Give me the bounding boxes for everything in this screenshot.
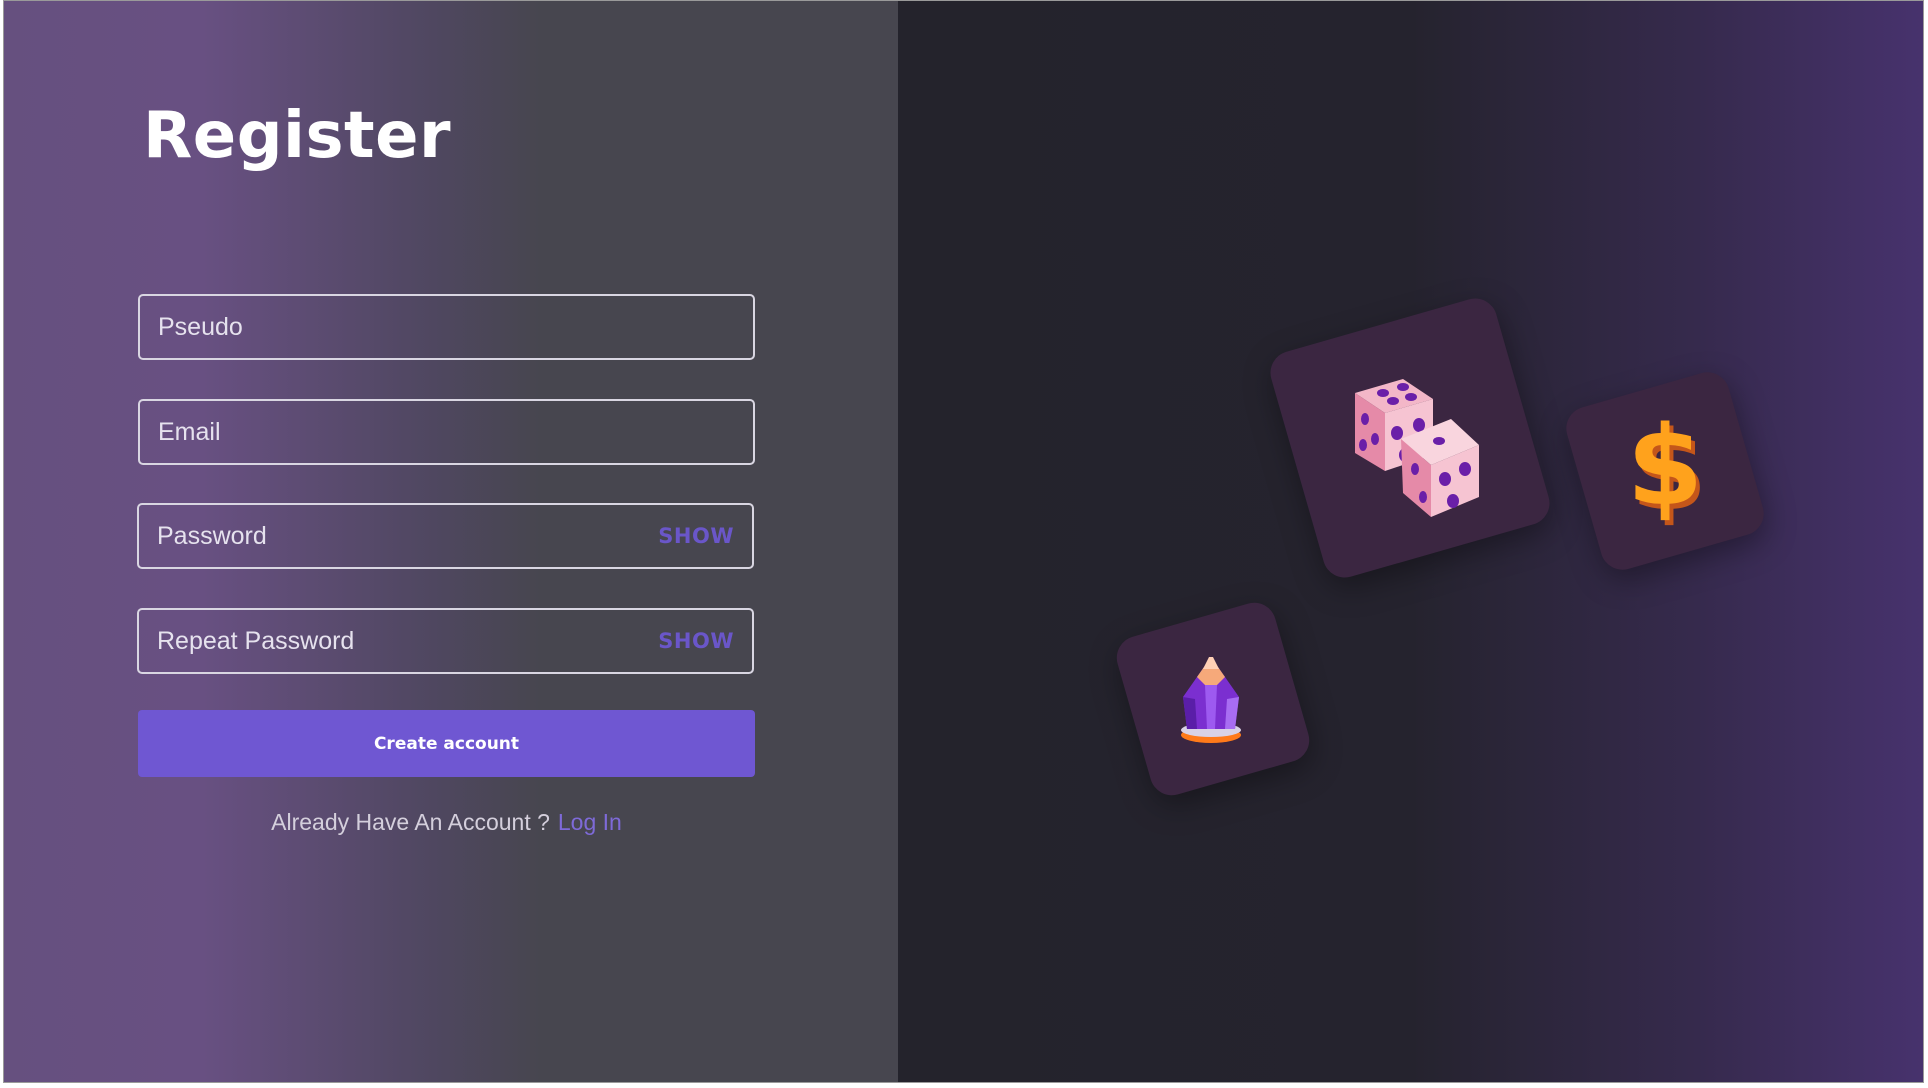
password-field: SHOW — [137, 503, 754, 569]
password-show-toggle[interactable]: SHOW — [658, 524, 734, 548]
crystal-gem-icon — [1181, 657, 1241, 743]
login-prompt: Already Have An Account ? Log In — [138, 809, 755, 836]
email-field — [138, 399, 755, 465]
login-prompt-text: Already Have An Account ? — [271, 809, 550, 835]
page-title: Register — [143, 99, 452, 173]
pseudo-field — [138, 294, 755, 360]
dice-icon — [1355, 379, 1479, 517]
app-window: Register SHOW SHOW Create account Alread… — [3, 0, 1924, 1083]
repeat-password-show-toggle[interactable]: SHOW — [658, 629, 734, 653]
email-input[interactable] — [140, 401, 753, 463]
dollar-sign-icon: $ $ — [1627, 402, 1708, 535]
dollar-card: $ $ — [1561, 367, 1769, 575]
create-account-button[interactable]: Create account — [138, 710, 755, 777]
register-panel: Register SHOW SHOW Create account Alread… — [4, 1, 898, 1082]
crystal-card — [1111, 597, 1315, 801]
dice-card — [1265, 293, 1555, 583]
login-link[interactable]: Log In — [558, 809, 622, 835]
svg-text:$: $ — [1627, 402, 1704, 530]
repeat-password-field: SHOW — [137, 608, 754, 674]
illustration-panel: $ $ — [898, 1, 1923, 1082]
pseudo-input[interactable] — [140, 296, 753, 358]
